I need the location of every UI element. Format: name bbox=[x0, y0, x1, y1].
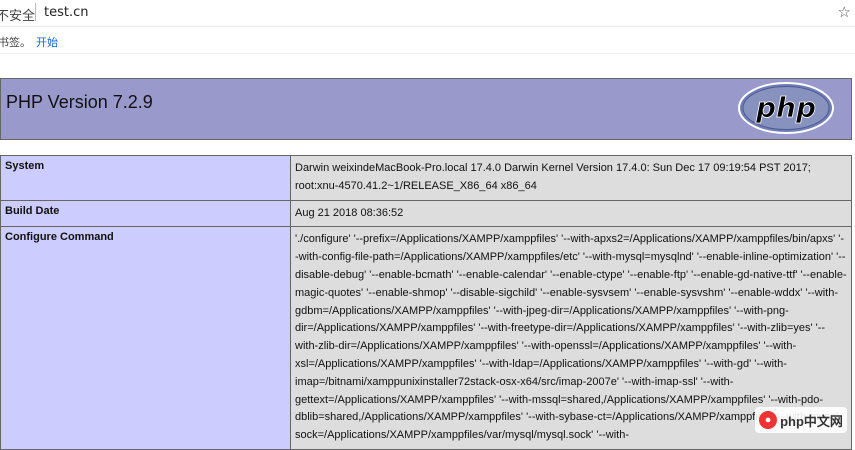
table-row: Configure Command './configure' '--prefi… bbox=[0, 226, 852, 450]
watermark-text: php中文网 bbox=[780, 413, 843, 429]
watermark-logo: ● php中文网 bbox=[755, 407, 847, 433]
bookmarks-hint: 书签。 bbox=[0, 36, 31, 49]
table-row: System Darwin weixindeMacBook-Pro.local … bbox=[0, 155, 852, 201]
phpinfo-header: PHP Version 7.2.9 php bbox=[0, 78, 852, 140]
table-row: Build Date Aug 21 2018 08:36:52 bbox=[0, 199, 852, 228]
phpinfo-page: PHP Version 7.2.9 php System Darwin weix… bbox=[0, 54, 855, 450]
row-value-build-date: Aug 21 2018 08:36:52 bbox=[290, 199, 852, 228]
star-icon[interactable]: ☆ bbox=[838, 3, 851, 21]
php-logo-text: php bbox=[755, 91, 816, 124]
info-table: System Darwin weixindeMacBook-Pro.local … bbox=[0, 155, 852, 450]
row-label-system: System bbox=[0, 155, 291, 201]
security-indicator[interactable]: 不安全 bbox=[0, 5, 35, 24]
row-value-system: Darwin weixindeMacBook-Pro.local 17.4.0 … bbox=[290, 155, 852, 201]
php-logo-icon: php bbox=[738, 82, 834, 134]
address-bar[interactable]: 不安全 test.cn ☆ bbox=[0, 0, 855, 27]
bookmarks-start-link[interactable]: 开始 bbox=[36, 34, 58, 50]
row-label-configure-command: Configure Command bbox=[0, 226, 291, 450]
bookmarks-bar: 书签。 开始 bbox=[0, 27, 855, 54]
url-text[interactable]: test.cn bbox=[44, 5, 88, 20]
row-label-build-date: Build Date bbox=[0, 199, 291, 228]
address-separator bbox=[35, 3, 36, 21]
page-title: PHP Version 7.2.9 bbox=[6, 92, 153, 112]
watermark-icon: ● bbox=[759, 411, 778, 429]
